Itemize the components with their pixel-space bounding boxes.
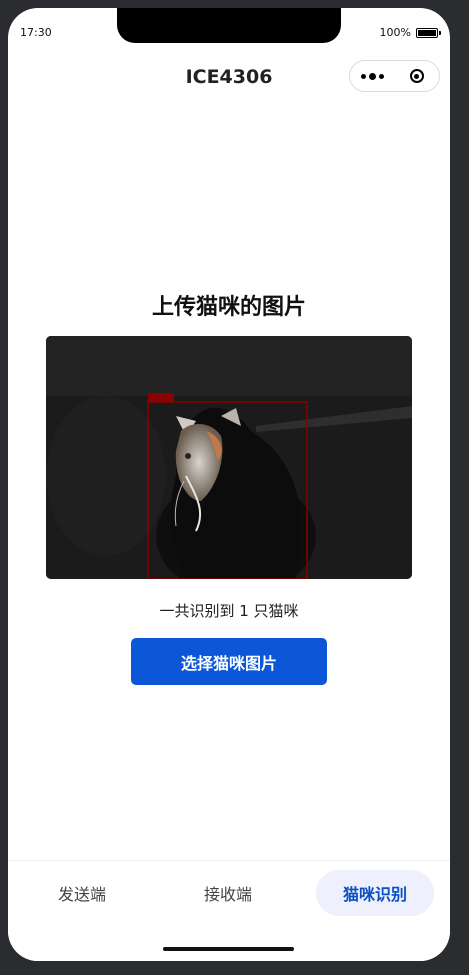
home-indicator [163, 947, 294, 951]
record-close-icon[interactable] [395, 61, 440, 91]
battery-icon [416, 27, 441, 38]
cat-photo [46, 336, 412, 579]
detection-result: 一共识别到 1 只猫咪 [159, 602, 299, 620]
mini-program-capsule [349, 60, 440, 92]
tab-bar: 发送端 接收端 猫咪识别 [8, 860, 450, 961]
detection-label [148, 393, 174, 402]
tab-receiver[interactable]: 接收端 [168, 870, 288, 916]
more-dots-icon[interactable] [350, 61, 395, 91]
status-time: 17:30 [20, 26, 52, 39]
choose-cat-image-button[interactable]: 选择猫咪图片 [131, 638, 327, 685]
tab-cat-recognition[interactable]: 猫咪识别 [316, 870, 434, 916]
phone-screen: 17:30 100% ICE4306 上传猫咪的图片 一共识别到 1 只猫咪 选… [8, 8, 450, 961]
upload-title: 上传猫咪的图片 [151, 295, 306, 320]
notch [117, 8, 341, 43]
tab-sender[interactable]: 发送端 [22, 870, 142, 916]
status-battery: 100% [379, 26, 441, 39]
battery-percent: 100% [379, 26, 411, 39]
